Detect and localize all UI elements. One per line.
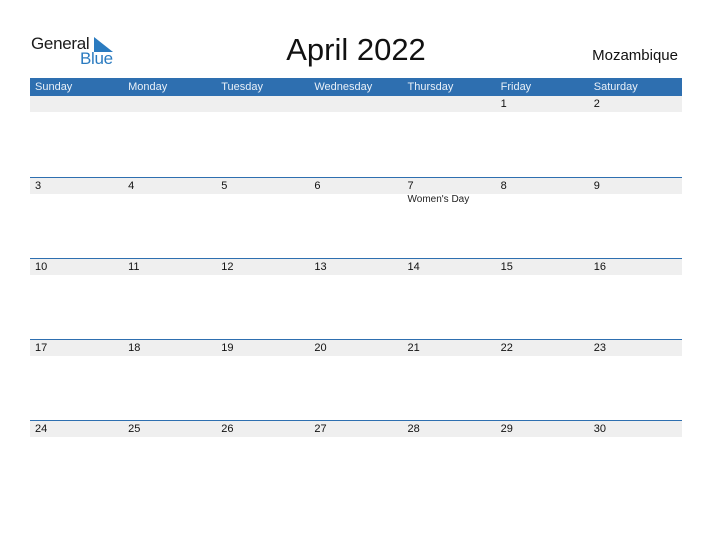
weekday-wednesday: Wednesday: [314, 81, 373, 93]
country-label: Mozambique: [592, 47, 678, 64]
holiday-label: [30, 194, 123, 206]
day-number: 17: [35, 342, 48, 354]
date-band: 17 18 19 20 21 22 23: [30, 340, 682, 356]
holiday-label: [496, 194, 589, 206]
day-number: 21: [407, 342, 420, 354]
date-band: 12: [30, 96, 682, 112]
day-number: [216, 96, 309, 112]
holiday-label: [309, 194, 402, 206]
week-row: 24 25 26 27 28 29 30: [30, 420, 682, 502]
day-number: 25: [128, 423, 141, 435]
weekday-header: Sunday Monday Tuesday Wednesday Thursday…: [30, 78, 682, 96]
day-number: 19: [221, 342, 234, 354]
day-number: 1: [500, 98, 507, 110]
day-number: 8: [500, 180, 507, 192]
weekday-sunday: Sunday: [35, 81, 73, 93]
holiday-label: [216, 194, 309, 206]
day-number: 20: [314, 342, 327, 354]
day-number: 16: [593, 261, 606, 273]
day-number: 22: [500, 342, 513, 354]
day-number: 3: [35, 180, 42, 192]
holiday-label: [123, 194, 216, 206]
day-number: 29: [500, 423, 513, 435]
day-number: [403, 96, 496, 112]
day-number: [30, 96, 123, 112]
day-number: 26: [221, 423, 234, 435]
day-number: 23: [593, 342, 606, 354]
date-band: 10 11 12 13 14 15 16: [30, 259, 682, 275]
day-number: 13: [314, 261, 327, 273]
day-number: 27: [314, 423, 327, 435]
day-number: 28: [407, 423, 420, 435]
day-number: 10: [35, 261, 48, 273]
weekday-tuesday: Tuesday: [221, 81, 264, 93]
date-band: 3 4 5 6 7 8 9: [30, 178, 682, 194]
day-number: 14: [407, 261, 420, 273]
day-number: 4: [128, 180, 135, 192]
day-number: 9: [593, 180, 600, 192]
date-band: 24 25 26 27 28 29 30: [30, 421, 682, 437]
calendar-title: April 2022: [286, 32, 426, 67]
day-number: 6: [314, 180, 321, 192]
day-number: [123, 96, 216, 112]
holiday-label: Women's Day: [407, 194, 470, 205]
weekday-saturday: Saturday: [593, 81, 638, 93]
day-number: 2: [593, 98, 600, 110]
day-number: 24: [35, 423, 48, 435]
week-row: 3 4 5 6 7 8 9 Women's Day: [30, 177, 682, 259]
day-number: 30: [593, 423, 606, 435]
weekday-monday: Monday: [128, 81, 168, 93]
day-number: 18: [128, 342, 141, 354]
week-row: 12: [30, 96, 682, 177]
day-number: 7: [407, 180, 414, 192]
weekday-friday: Friday: [500, 81, 532, 93]
week-row: 10 11 12 13 14 15 16: [30, 258, 682, 340]
events-row: Women's Day: [30, 194, 682, 206]
day-number: 11: [128, 261, 140, 273]
day-number: 15: [500, 261, 513, 273]
day-number: 12: [221, 261, 234, 273]
week-row: 17 18 19 20 21 22 23: [30, 339, 682, 421]
day-number: 5: [221, 180, 228, 192]
day-number: [309, 96, 402, 112]
weekday-thursday: Thursday: [407, 81, 454, 93]
holiday-label: [589, 194, 682, 206]
